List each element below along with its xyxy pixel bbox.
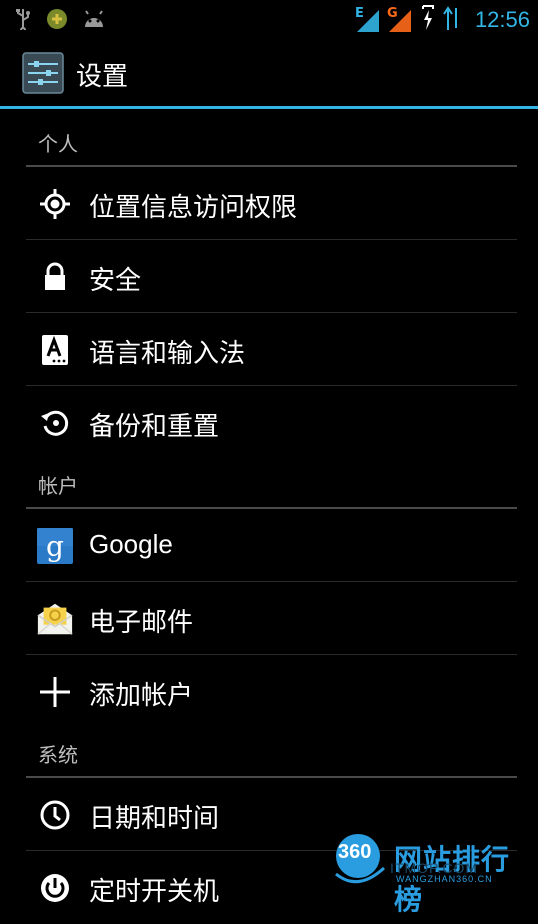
section-title: 帐户 xyxy=(38,474,78,498)
settings-item-security[interactable]: 安全 xyxy=(0,240,538,313)
location-icon xyxy=(36,185,74,223)
settings-app-icon[interactable] xyxy=(22,52,64,94)
settings-item-label: 电子邮件 xyxy=(89,608,194,638)
settings-item-label: Google xyxy=(89,529,173,559)
settings-item-location[interactable]: 位置信息访问权限 xyxy=(0,167,538,240)
power-icon xyxy=(36,869,74,907)
section-header-system: 系统 xyxy=(0,728,538,778)
page-title: 设置 xyxy=(76,62,129,92)
email-icon xyxy=(36,600,74,638)
lock-icon xyxy=(36,258,74,296)
settings-item-google[interactable]: g Google xyxy=(0,509,538,582)
section-title: 系统 xyxy=(38,743,78,767)
section-header-accounts: 帐户 xyxy=(0,459,538,509)
action-bar: 设置 xyxy=(0,38,538,108)
settings-item-label: 安全 xyxy=(89,266,142,296)
section-title: 个人 xyxy=(38,132,78,156)
settings-item-label: 位置信息访问权限 xyxy=(89,193,298,223)
settings-item-language[interactable]: 语言和输入法 xyxy=(0,313,538,386)
settings-item-label: 备份和重置 xyxy=(89,412,220,442)
settings-item-backup[interactable]: 备份和重置 xyxy=(0,386,538,459)
watermark: 360 网站排行榜 ITMOP.COM WANGZHAN360.CN xyxy=(330,830,538,915)
settings-list: 个人 位置信息访问权限 安全 语言和输入法 备份和重置 帐户 g Google … xyxy=(0,109,538,924)
settings-item-add-account[interactable]: 添加帐户 xyxy=(0,655,538,728)
section-header-personal: 个人 xyxy=(0,109,538,167)
watermark-logo-text: 360 xyxy=(338,841,372,863)
language-icon xyxy=(36,331,74,369)
add-icon xyxy=(36,673,74,711)
android-icon xyxy=(82,9,106,33)
game-icon xyxy=(46,8,68,34)
settings-item-label: 添加帐户 xyxy=(89,681,194,711)
settings-item-label: 语言和输入法 xyxy=(89,339,246,369)
watermark-subtext: WANGZHAN360.CN xyxy=(396,874,493,884)
settings-item-label: 定时开关机 xyxy=(89,877,220,907)
status-bar: E G 12:56 xyxy=(0,0,538,38)
data-transfer-icon xyxy=(443,4,461,36)
svg-text:g: g xyxy=(46,530,64,563)
signal-e-icon: E xyxy=(355,6,381,34)
clock-icon xyxy=(36,796,74,834)
restore-icon xyxy=(36,404,74,442)
google-icon: g xyxy=(36,527,74,565)
settings-item-label: 日期和时间 xyxy=(89,804,220,834)
clock-time: 12:56 xyxy=(474,7,530,32)
usb-icon xyxy=(14,8,32,34)
settings-item-email[interactable]: 电子邮件 xyxy=(0,582,538,655)
battery-charging-icon xyxy=(419,4,437,36)
signal-g-icon: G xyxy=(387,6,413,34)
